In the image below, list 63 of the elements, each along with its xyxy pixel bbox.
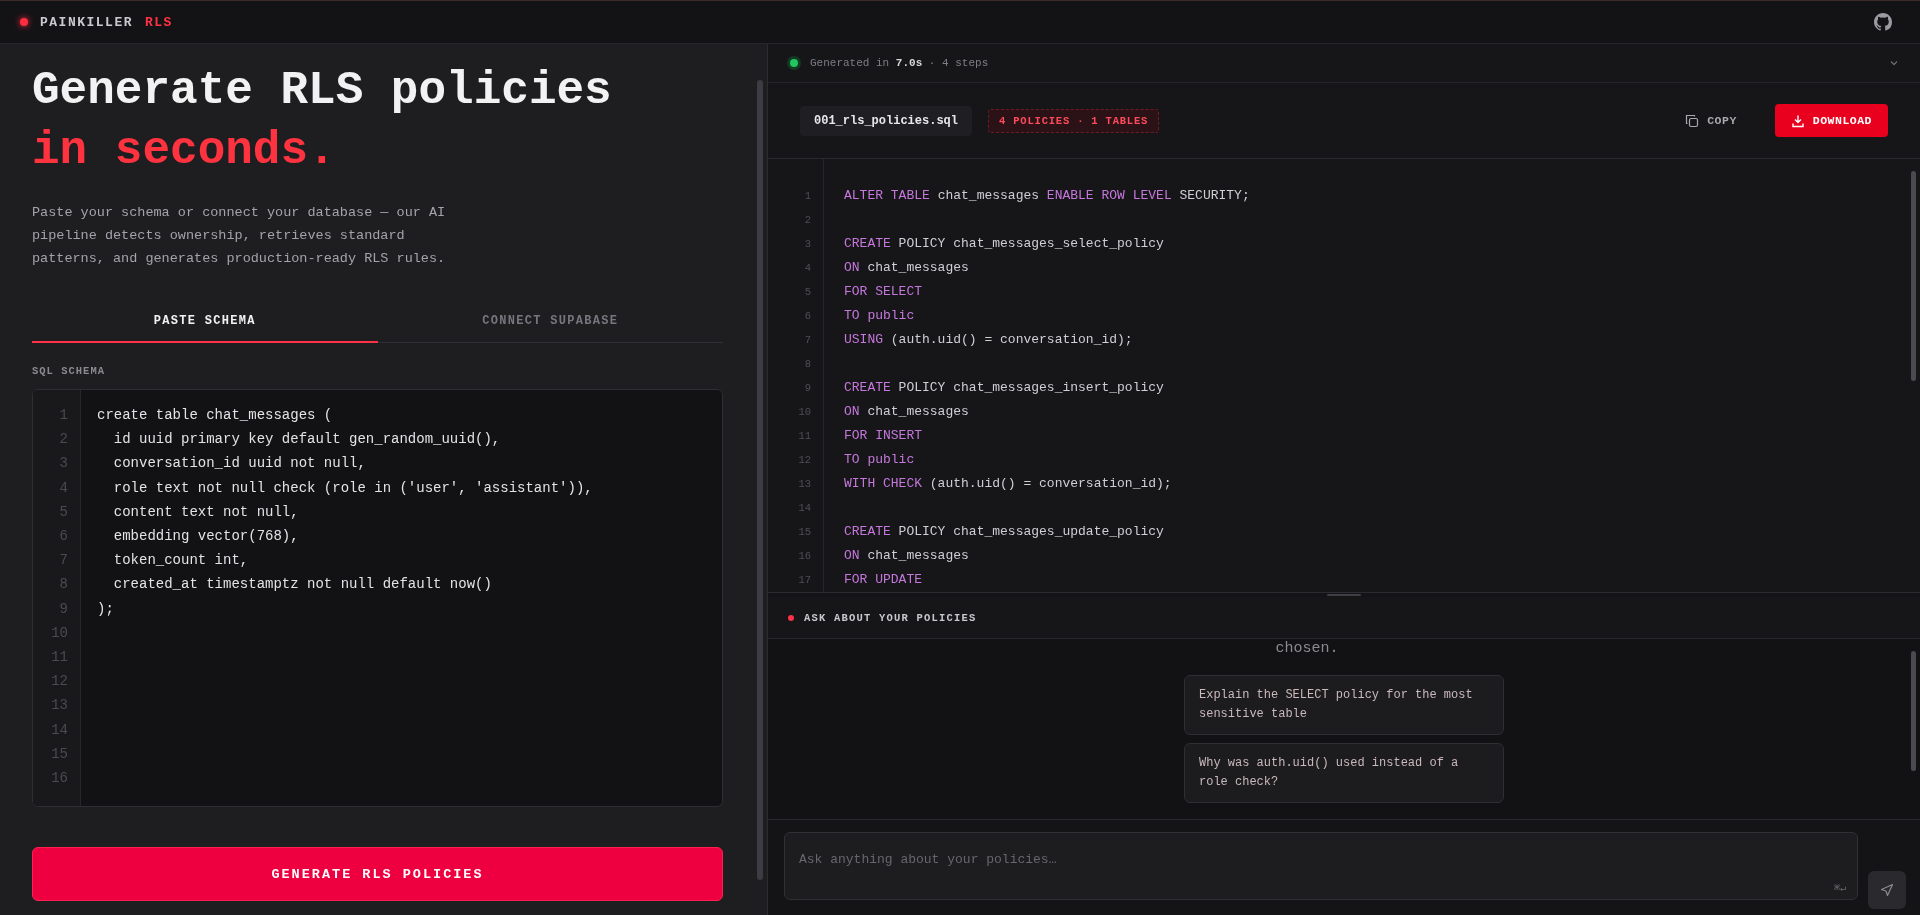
line-number: 3 xyxy=(803,237,812,252)
scrollbar[interactable] xyxy=(757,80,763,880)
line-number: 11 xyxy=(797,429,812,444)
code-line: embedding vector(768), xyxy=(112,526,300,546)
send-icon xyxy=(1880,883,1894,897)
code-line: FOR UPDATE xyxy=(844,571,923,589)
chat-title: ASK ABOUT YOUR POLICIES xyxy=(804,611,977,624)
copy-button[interactable]: COPY xyxy=(1675,105,1747,136)
code-line: USING (auth.uid() = conversation_id); xyxy=(844,331,1134,349)
scrollbar[interactable] xyxy=(1911,171,1916,381)
file-name: 001_rls_policies.sql xyxy=(800,105,973,136)
github-icon[interactable] xyxy=(1874,13,1892,31)
code-line: id uuid primary key default gen_random_uuid(), xyxy=(112,430,502,450)
download-button[interactable]: DOWNLOAD xyxy=(1774,104,1888,137)
status-dot xyxy=(790,59,798,67)
line-number: 1 xyxy=(803,189,812,204)
tab[interactable]: PASTE SCHEMA xyxy=(32,304,378,343)
code-line: ); xyxy=(97,599,115,619)
download-icon xyxy=(1790,113,1805,128)
code-line: create table chat_messages ( xyxy=(97,406,334,425)
line-number: 7 xyxy=(803,333,812,348)
line-number: 2 xyxy=(803,213,812,228)
code-line: ALTER TABLE chat_messages ENABLE ROW LEVEL SECURITY; xyxy=(844,187,1250,205)
code-line: ON chat_messages xyxy=(844,547,970,565)
generation-status: Generated in 7.0s · 4 steps xyxy=(810,57,989,69)
line-number: 12 xyxy=(797,453,812,468)
summary-badge: 4 POLICIES · 1 TABLES xyxy=(988,108,1160,133)
line-number: 17 xyxy=(797,573,812,588)
field-label: SQL SCHEMA xyxy=(32,365,106,377)
code-line: token_count int, xyxy=(112,551,250,571)
code-line: ON chat_messages xyxy=(844,259,970,277)
shortcut-hint: ⌘↵ xyxy=(1833,882,1846,894)
copy-icon xyxy=(1685,113,1700,128)
code-line: WITH CHECK (auth.uid() = conversation_id); xyxy=(844,475,1173,493)
send-button[interactable] xyxy=(1868,871,1906,909)
line-number: 13 xyxy=(797,477,812,492)
line-number: 15 xyxy=(797,525,812,540)
code-line: created_at timestamptz not null default now() xyxy=(112,575,493,595)
code-line: FOR INSERT xyxy=(844,427,923,445)
suggestion-chip[interactable]: Why was auth.uid() used instead of a role check? xyxy=(1184,743,1504,803)
status-dot xyxy=(20,18,28,26)
chat-message: chosen. xyxy=(1275,639,1339,659)
code-line: conversation_id uuid not null, xyxy=(112,454,367,474)
code-line: TO public xyxy=(844,307,916,325)
code-line: role text not null check (role in ('user', 'assistant')), xyxy=(112,478,593,498)
hero-title: Generate RLS policies in seconds. xyxy=(32,64,613,179)
suggestion-chip[interactable]: Explain the SELECT policy for the most sensitive table xyxy=(1184,675,1504,735)
brand-name: PAINKILLER xyxy=(40,14,133,30)
generate-button[interactable]: GENERATE RLS POLICIES xyxy=(32,847,723,901)
schema-editor[interactable] xyxy=(32,389,723,807)
code-line: TO public xyxy=(844,451,916,469)
hero-description: Paste your schema or connect your database — our AI pipeline detects ownership, retrieves standard patterns, and generates production-ready RLS rules. xyxy=(32,204,447,268)
code-line: content text not null, xyxy=(112,502,300,522)
code-line: CREATE POLICY chat_messages_select_policy xyxy=(844,235,1165,253)
scrollbar[interactable] xyxy=(1911,651,1916,771)
code-line: CREATE POLICY chat_messages_insert_policy xyxy=(844,379,1165,397)
code-line: ON chat_messages xyxy=(844,403,970,421)
line-number: 5 xyxy=(803,285,812,300)
code-line: CREATE POLICY chat_messages_update_policy xyxy=(844,523,1165,541)
code-line: FOR SELECT xyxy=(844,283,923,301)
tab[interactable]: CONNECT SUPABASE xyxy=(377,304,723,343)
brand-accent: RLS xyxy=(145,14,173,30)
status-dot xyxy=(788,614,794,621)
